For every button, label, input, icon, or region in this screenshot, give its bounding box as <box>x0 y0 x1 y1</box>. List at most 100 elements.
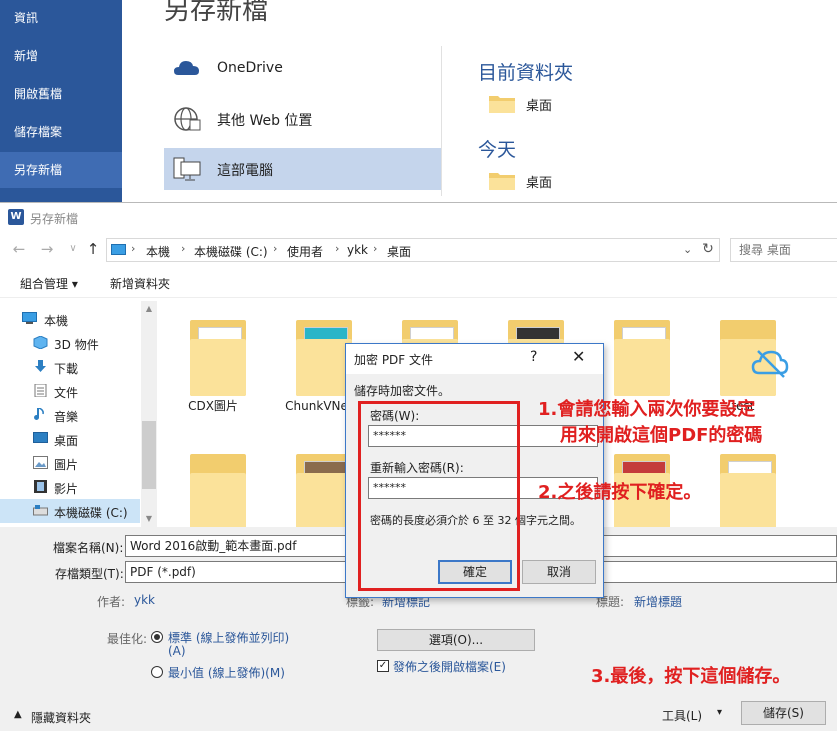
author-value[interactable]: ykk <box>134 593 155 607</box>
nav-info[interactable]: 資訊 <box>0 0 122 36</box>
today-heading: 今天 <box>478 139 517 161</box>
folder-item[interactable] <box>690 441 796 527</box>
back-button[interactable]: ← <box>10 239 28 259</box>
radio-standard-label-2[interactable]: (A) <box>168 644 186 658</box>
nav-open[interactable]: 開啟舊檔 <box>0 76 122 112</box>
folder-label: 桌面 <box>526 99 553 114</box>
annotation-step1-line1: 1.會請您輸入兩次你要設定 <box>538 399 756 420</box>
cube-icon <box>33 336 48 349</box>
chevron-down-icon[interactable]: ⌄ <box>683 243 692 256</box>
nav-item-label: 圖片 <box>54 458 79 472</box>
address-bar[interactable]: › 本機 › 本機磁碟 (C:) › 使用者 › ykk › 桌面 ⌄ ↻ <box>106 238 720 262</box>
nav-item-label: 3D 物件 <box>54 338 99 352</box>
location-onedrive[interactable]: OneDrive <box>164 48 441 90</box>
word-icon: W <box>8 209 24 225</box>
cloud-sync-icon <box>751 350 789 378</box>
location-label: 其他 Web 位置 <box>217 113 313 129</box>
open-after-checkbox[interactable]: ✓ <box>377 660 389 672</box>
recent-folder[interactable]: 桌面 <box>489 167 629 193</box>
nav-item-music[interactable]: 音樂 <box>0 403 140 427</box>
document-icon <box>34 384 47 397</box>
optimize-label: 最佳化: <box>107 632 148 646</box>
help-icon[interactable]: ? <box>530 349 537 365</box>
title-value[interactable]: 新增標題 <box>634 593 682 610</box>
recent-locations-button[interactable]: ∨ <box>64 239 82 259</box>
nav-item-label: 影片 <box>54 482 79 496</box>
close-icon[interactable]: ✕ <box>572 347 585 366</box>
nav-item-desktop[interactable]: 桌面 <box>0 427 140 451</box>
chevron-right-icon: › <box>181 242 186 255</box>
nav-save-as[interactable]: 另存新檔 <box>0 152 122 188</box>
options-button[interactable]: 選項(O)... <box>377 629 535 651</box>
divider <box>441 46 442 196</box>
picture-icon <box>33 456 48 469</box>
chevron-right-icon: › <box>373 242 378 255</box>
cancel-button[interactable]: 取消 <box>522 560 596 584</box>
hide-folders-button[interactable]: 隱藏資料夾 <box>31 709 91 726</box>
nav-item-3d-objects[interactable]: 3D 物件 <box>0 331 140 355</box>
computer-icon <box>22 312 37 324</box>
nav-item-documents[interactable]: 文件 <box>0 379 140 403</box>
nav-new[interactable]: 新增 <box>0 38 122 74</box>
breadcrumb-item[interactable]: 本機 <box>146 243 170 260</box>
scrollbar-thumb[interactable] <box>142 421 156 489</box>
divider <box>0 297 837 298</box>
folder-item[interactable] <box>160 441 266 527</box>
recent-folder[interactable]: 桌面 <box>489 90 629 116</box>
highlight-box <box>358 401 520 591</box>
nav-item-this-pc[interactable]: 本機 <box>0 307 140 331</box>
cloud-icon <box>174 61 199 75</box>
chevron-right-icon: › <box>335 242 340 255</box>
breadcrumb-item[interactable]: 桌面 <box>387 243 411 260</box>
radio-standard[interactable] <box>151 631 163 643</box>
folder-icon <box>489 96 515 113</box>
nav-item-label: 音樂 <box>54 410 79 424</box>
backstage-sidebar: 資訊 新增 開啟舊檔 儲存檔案 另存新檔 <box>0 0 122 205</box>
radio-standard-label[interactable]: 標準 (線上發佈並列印) <box>168 629 289 646</box>
location-web[interactable]: 其他 Web 位置 <box>164 98 441 140</box>
globe-icon <box>174 107 201 131</box>
dialog-titlebar: W 另存新檔 <box>0 203 837 231</box>
search-input[interactable] <box>731 239 837 261</box>
radio-minimum-label[interactable]: 最小值 (線上發佈)(M) <box>168 664 285 681</box>
up-button[interactable]: ↑ <box>84 239 102 259</box>
folder-item[interactable]: CDX圖片 <box>160 307 266 427</box>
navpane-scrollbar[interactable]: ▲ ▼ <box>141 301 157 527</box>
organize-button[interactable]: 組合管理 ▾ <box>20 275 78 292</box>
computer-icon <box>111 244 126 255</box>
location-this-pc[interactable]: 這部電腦 <box>164 148 441 190</box>
radio-minimum[interactable] <box>151 666 163 678</box>
nav-item-pictures[interactable]: 圖片 <box>0 451 140 475</box>
forward-button[interactable]: → <box>38 239 56 259</box>
nav-item-videos[interactable]: 影片 <box>0 475 140 499</box>
download-icon <box>35 360 46 372</box>
computer-icon <box>173 157 201 181</box>
breadcrumb-item[interactable]: ykk <box>347 243 368 257</box>
annotation-step2: 2.之後請按下確定。 <box>538 482 702 503</box>
nav-item-local-disk[interactable]: 本機磁碟 (C:) <box>0 499 140 523</box>
new-folder-button[interactable]: 新增資料夾 <box>110 275 170 292</box>
chevron-down-icon[interactable]: ▾ <box>717 707 722 718</box>
chevron-right-icon: › <box>273 242 278 255</box>
address-row: ← → ∨ ↑ › 本機 › 本機磁碟 (C:) › 使用者 › ykk › 桌… <box>0 235 837 263</box>
chevron-up-icon[interactable]: ▲ <box>14 709 22 720</box>
nav-item-downloads[interactable]: 下載 <box>0 355 140 379</box>
current-folder-heading: 目前資料夾 <box>478 62 574 84</box>
nav-save[interactable]: 儲存檔案 <box>0 114 122 150</box>
chevron-down-icon[interactable]: ▼ <box>141 511 157 527</box>
dialog-title: 加密 PDF 文件 <box>354 353 434 367</box>
refresh-icon[interactable]: ↻ <box>699 241 717 259</box>
chevron-up-icon[interactable]: ▲ <box>141 301 157 317</box>
tools-button[interactable]: 工具(L) <box>662 707 702 724</box>
dialog-titlebar: 加密 PDF 文件 ? ✕ <box>346 344 603 374</box>
breadcrumb-item[interactable]: 使用者 <box>287 243 323 260</box>
folder-icon <box>489 173 515 190</box>
save-button[interactable]: 儲存(S) <box>741 701 826 725</box>
search-box[interactable] <box>730 238 837 262</box>
navigation-pane: 本機 3D 物件 下載 文件 音樂 桌面 圖片 影片 本機磁碟 (C:) <box>0 301 157 527</box>
location-label: 這部電腦 <box>217 163 273 179</box>
open-after-label[interactable]: 發佈之後開啟檔案(E) <box>393 658 506 675</box>
music-icon <box>34 408 44 420</box>
toolbar: 組合管理 ▾ 新增資料夾 <box>0 269 837 297</box>
breadcrumb-item[interactable]: 本機磁碟 (C:) <box>194 243 268 260</box>
